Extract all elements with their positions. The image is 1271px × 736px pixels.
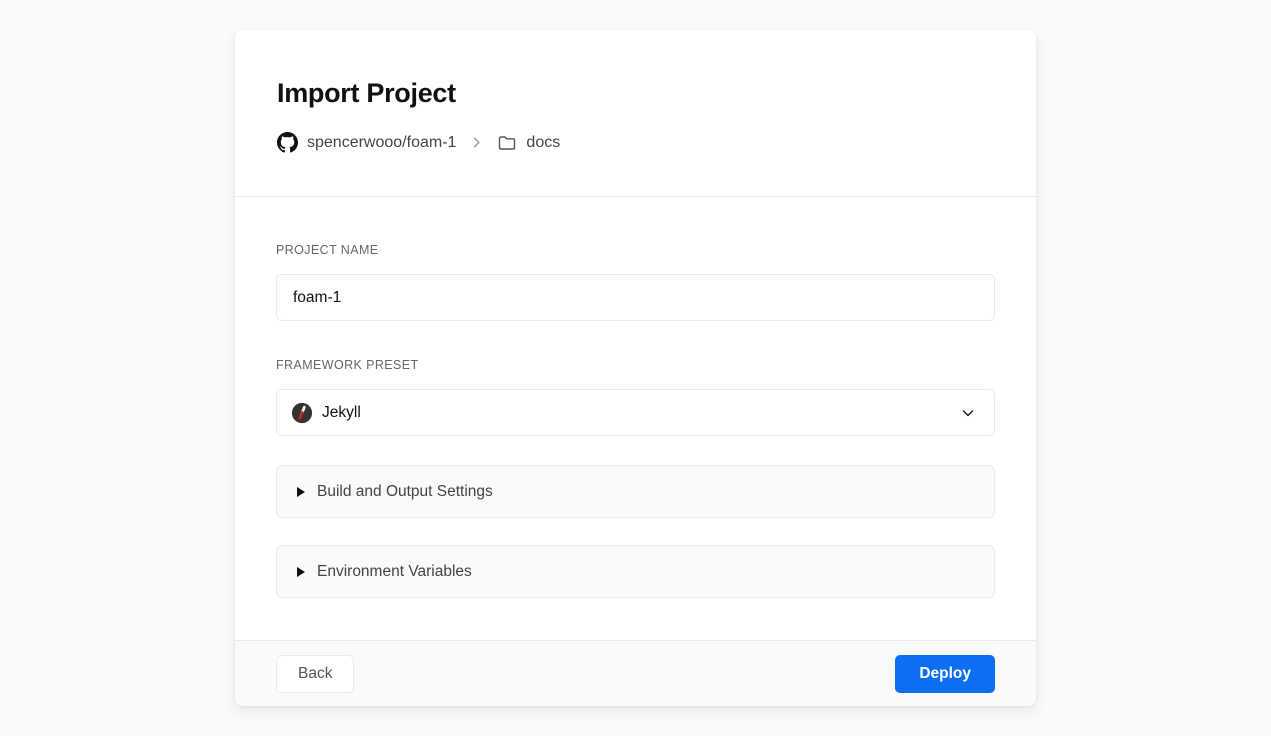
framework-selected-value: Jekyll <box>322 404 361 422</box>
project-name-input[interactable] <box>276 274 995 321</box>
card-footer: Back Deploy <box>235 640 1036 706</box>
page-background: { "page": { "background_color": "#fafafa… <box>0 0 1271 736</box>
chevron-right-icon <box>469 135 484 150</box>
jekyll-icon <box>291 402 313 424</box>
github-icon <box>277 132 298 153</box>
breadcrumb-directory: docs <box>526 134 560 152</box>
folder-icon <box>497 133 517 153</box>
page-title: Import Project <box>277 77 994 109</box>
accordion-build-output-settings[interactable]: Build and Output Settings <box>276 465 995 518</box>
accordion-environment-variables[interactable]: Environment Variables <box>276 545 995 598</box>
deploy-button[interactable]: Deploy <box>895 655 995 693</box>
triangle-right-icon <box>297 487 305 497</box>
framework-preset-select[interactable]: Jekyll <box>276 389 995 436</box>
breadcrumb-repo: spencerwooo/foam-1 <box>307 134 456 152</box>
import-form: PROJECT NAME FRAMEWORK PRESET Jekyll <box>235 197 1036 640</box>
accordion-label: Build and Output Settings <box>317 483 493 501</box>
accordion-label: Environment Variables <box>317 563 472 581</box>
back-button[interactable]: Back <box>276 655 354 693</box>
card-header: Import Project spencerwooo/foam-1 docs <box>235 30 1036 197</box>
framework-preset-label: FRAMEWORK PRESET <box>276 358 995 372</box>
triangle-right-icon <box>297 567 305 577</box>
breadcrumb: spencerwooo/foam-1 docs <box>277 132 994 153</box>
chevron-down-icon <box>960 405 976 421</box>
project-name-label: PROJECT NAME <box>276 243 995 257</box>
import-project-card: Import Project spencerwooo/foam-1 docs <box>235 30 1036 706</box>
